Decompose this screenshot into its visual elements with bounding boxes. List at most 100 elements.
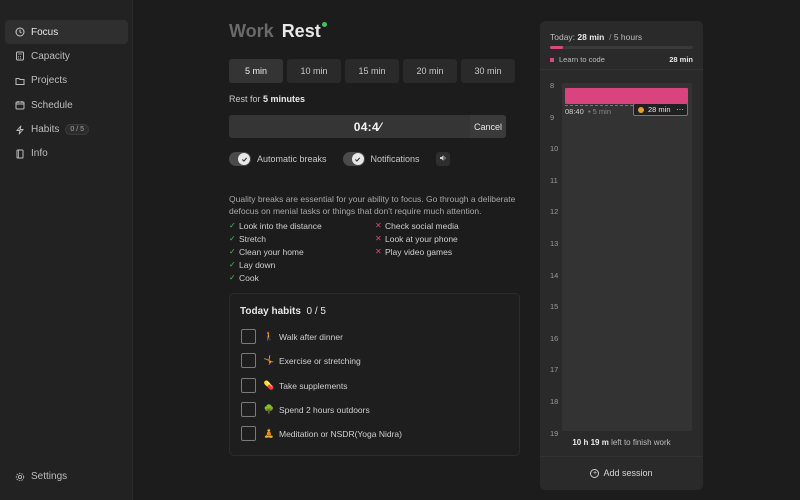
duration-30-button[interactable]: 30 min [461, 59, 515, 83]
speaker-icon [439, 154, 447, 164]
notifications-label: Notifications [370, 154, 420, 164]
work-remaining-value: 10 h 19 m [572, 438, 609, 447]
list-item: ✕ Play video games [375, 245, 521, 258]
session-length: 5 min [592, 107, 612, 116]
active-dot-icon [321, 22, 327, 27]
do-item-label: Clean your home [239, 246, 304, 257]
sidebar-item-schedule[interactable]: Schedule [5, 93, 128, 117]
calculator-icon [15, 51, 25, 61]
toggle-row: Automatic breaks Notifications [229, 152, 450, 166]
sidebar-item-label: Info [31, 148, 48, 160]
session-start: 08:40 [565, 107, 584, 116]
today-habits-card: Today habits 0 / 5 🚶 Walk after dinner 🤸… [229, 293, 520, 456]
check-icon: ✓ [229, 234, 236, 243]
plus-circle-icon: + [590, 468, 600, 478]
tree-icon: 🌳 [263, 404, 275, 414]
clock-icon [15, 27, 25, 37]
habit-label: Meditation or NSDR(Yoga Nidra) [279, 428, 402, 439]
sidebar-nav: Focus Capacity Projects Schedule Habits … [5, 20, 128, 166]
habit-row: 💊 Take supplements [241, 378, 348, 393]
cross-icon: ✕ [375, 247, 382, 256]
automatic-breaks-toggle[interactable] [229, 152, 251, 166]
walking-icon: 🚶 [263, 331, 275, 341]
add-session-button[interactable]: + Add session [540, 468, 703, 478]
rest-for-value: 5 minutes [263, 94, 306, 104]
session-time: 08:40 • 5 min [565, 107, 611, 116]
book-icon [15, 149, 25, 159]
break-lists: ✓ Look into the distance ✓ Stretch ✓ Clean … [229, 219, 521, 284]
sidebar-item-projects[interactable]: Projects [5, 69, 128, 93]
sidebar-item-capacity[interactable]: Capacity [5, 44, 128, 68]
session-block[interactable] [565, 88, 688, 104]
rest-for-label: Rest for 5 minutes [229, 94, 305, 104]
task-name: Learn to code [559, 55, 605, 64]
duration-20-button[interactable]: 20 min [403, 59, 457, 83]
habits-count-badge: 0 / 5 [65, 124, 89, 136]
hour-label: 16 [550, 333, 559, 343]
sound-button[interactable] [435, 152, 450, 166]
duration-10-button[interactable]: 10 min [287, 59, 341, 83]
cross-icon: ✕ [375, 221, 382, 230]
habit-checkbox[interactable] [241, 402, 256, 417]
hour-label: 13 [550, 239, 559, 248]
duration-options: 5 min 10 min 15 min 20 min 30 min [229, 59, 515, 83]
automatic-breaks-label: Automatic breaks [257, 154, 327, 164]
hour-label: 14 [550, 270, 559, 280]
today-progress-fill [550, 46, 563, 49]
do-item-label: Stretch [239, 233, 266, 244]
session-pill[interactable]: 28 min ··· [633, 103, 688, 116]
duration-15-button[interactable]: 15 min [345, 59, 399, 83]
folder-icon [15, 76, 25, 86]
habit-label: Exercise or stretching [279, 355, 361, 366]
bolt-icon [15, 125, 25, 135]
today-total: 5 hours [613, 32, 643, 42]
timeline-column[interactable] [562, 83, 692, 431]
mode-rest-tab[interactable]: Rest [282, 21, 321, 41]
habit-row: 🧘 Meditation or NSDR(Yoga Nidra) [241, 426, 402, 441]
schedule-panel: Today: 28 min / 5 hours Learn to code 28… [540, 21, 703, 490]
habit-checkbox[interactable] [241, 329, 256, 344]
habit-label: Spend 2 hours outdoors [279, 404, 370, 415]
gear-icon [15, 472, 25, 482]
more-icon[interactable]: ··· [676, 105, 684, 114]
list-item: ✓ Look into the distance [229, 219, 375, 232]
work-remaining: 10 h 19 m left to finish work [540, 438, 703, 447]
sidebar-item-settings[interactable]: Settings [15, 471, 67, 482]
list-item: ✕ Check social media [375, 219, 521, 232]
work-remaining-suffix: left to finish work [611, 438, 671, 447]
cancel-button[interactable]: Cancel [470, 115, 506, 138]
habits-title: Today habits 0 / 5 [240, 306, 326, 317]
habit-checkbox[interactable] [241, 378, 256, 393]
dont-item-label: Look at your phone [385, 233, 458, 244]
panel-divider [540, 69, 703, 70]
calendar-icon [15, 100, 25, 110]
pill-icon: 💊 [263, 380, 275, 390]
notifications-toggle[interactable] [342, 152, 365, 166]
sidebar-item-focus[interactable]: Focus [5, 20, 128, 44]
habit-checkbox[interactable] [241, 353, 256, 368]
check-icon: ✓ [229, 260, 236, 269]
sidebar-item-label: Schedule [31, 99, 73, 111]
sidebar-item-label: Habits [31, 124, 60, 136]
check-icon: ✓ [229, 221, 236, 230]
dont-list: ✕ Check social media ✕ Look at your phone … [375, 219, 521, 284]
habits-title-text: Today habits [240, 306, 301, 317]
habit-checkbox[interactable] [241, 426, 256, 441]
exercise-icon: 🤸 [263, 355, 275, 365]
mode-work-tab[interactable]: Work [229, 21, 274, 41]
session-status-dot-icon [638, 106, 644, 113]
dont-item-label: Check social media [385, 220, 459, 231]
session-pill-label: 28 min [648, 105, 671, 114]
sidebar-item-info[interactable]: Info [5, 142, 128, 166]
hour-label: 11 [550, 175, 558, 185]
check-icon [351, 153, 364, 165]
duration-5-button[interactable]: 5 min [229, 59, 283, 83]
session-dot: • [585, 107, 593, 116]
rest-for-prefix: Rest for [229, 94, 261, 104]
add-session-label: Add session [603, 468, 653, 478]
hour-label: 15 [550, 302, 559, 312]
sidebar-item-habits[interactable]: Habits 0 / 5 [5, 118, 128, 142]
list-item: ✓ Clean your home [229, 245, 375, 258]
do-list: ✓ Look into the distance ✓ Stretch ✓ Clean … [229, 219, 375, 284]
today-summary: Today: 28 min / 5 hours [550, 32, 642, 42]
